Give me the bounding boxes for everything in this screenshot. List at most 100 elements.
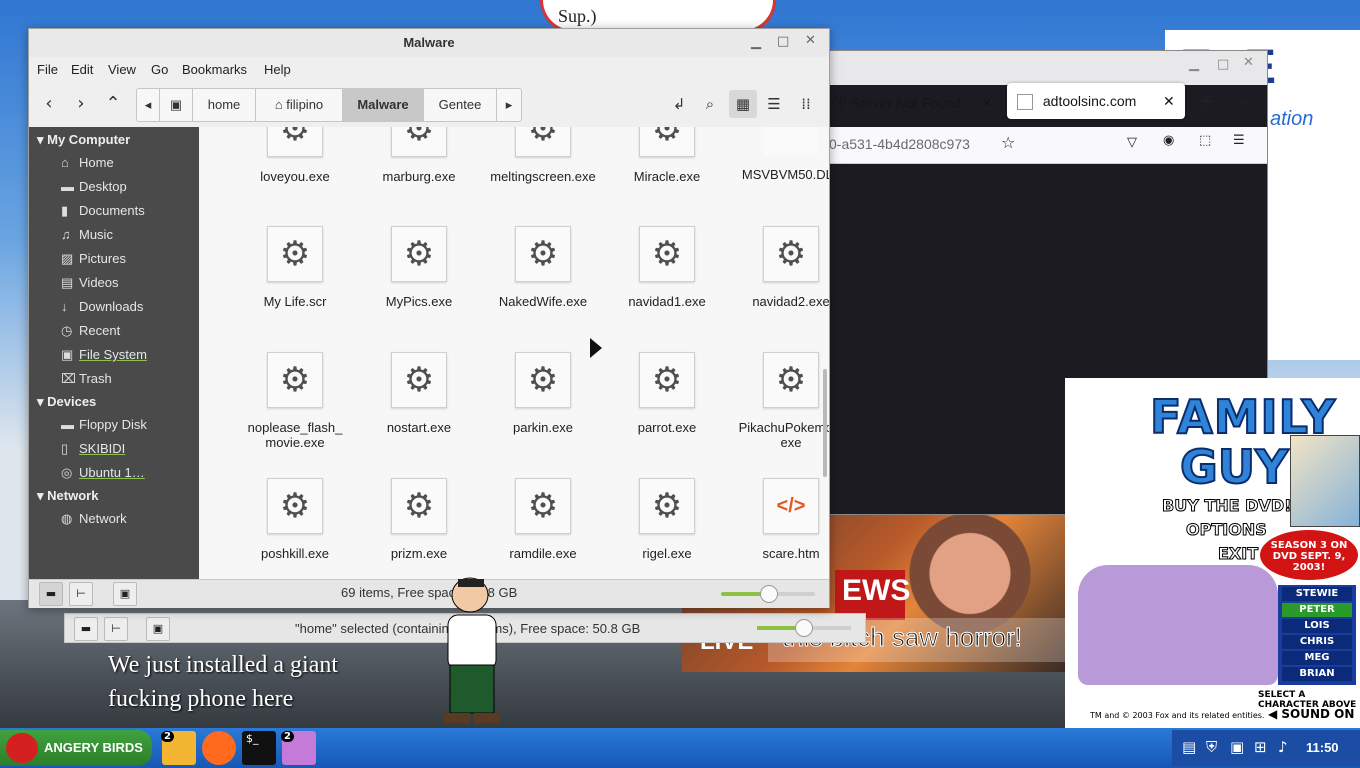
sidebar-item-recent[interactable]: ◷ Recent bbox=[61, 323, 191, 339]
close-icon[interactable]: ✕ bbox=[1243, 55, 1254, 70]
sidebar-section-network[interactable]: ▾ Network bbox=[37, 488, 98, 504]
minimize-icon[interactable]: ▁ bbox=[1189, 57, 1199, 72]
compact-view-icon[interactable]: ⁞⁞ bbox=[792, 90, 820, 118]
url-bar-text[interactable]: 0-a531-4b4d2808c973 bbox=[829, 136, 970, 152]
back-toggle-sidebar-button[interactable]: ▣ bbox=[146, 617, 170, 641]
file-item[interactable]: ⚙ My Life.scr bbox=[233, 226, 357, 309]
file-item[interactable]: ⚙ Miracle.exe bbox=[605, 127, 729, 184]
tab-close-icon[interactable]: ✕ bbox=[981, 85, 993, 121]
menu-go[interactable]: Go bbox=[151, 62, 168, 77]
toggle-sidebar-button[interactable]: ▣ bbox=[113, 582, 137, 606]
toggle-location-icon[interactable]: ↲ bbox=[665, 90, 693, 118]
sidebar-item-skibidi[interactable]: ▯SKIBIDI⏏ bbox=[61, 441, 212, 457]
file-item[interactable]: ⚙ ramdile.exe bbox=[481, 478, 605, 561]
file-grid[interactable]: ⚙ loveyou.exe ⚙ marburg.exe ⚙ meltingscreen… bbox=[199, 127, 829, 579]
character-brian[interactable]: BRIAN bbox=[1282, 667, 1352, 681]
file-item[interactable]: ⚙ noplease_flash_ movie.exe bbox=[233, 352, 357, 450]
file-item[interactable]: ⚙ navidad2.exe bbox=[729, 226, 829, 309]
menu-buy-dvd[interactable]: BUY THE DVD! bbox=[1161, 496, 1291, 516]
tab-close-icon[interactable]: ✕ bbox=[1163, 83, 1175, 119]
character-chris[interactable]: CHRIS bbox=[1282, 635, 1352, 649]
sidebar-item-network[interactable]: ◍ Network bbox=[61, 511, 191, 527]
sidebar-item-downloads[interactable]: ↓ Downloads bbox=[61, 299, 191, 314]
maximize-icon[interactable]: □ bbox=[1217, 57, 1229, 72]
file-item[interactable]: ⚙ parrot.exe bbox=[605, 352, 729, 435]
forward-arrow-icon[interactable]: › bbox=[67, 90, 95, 118]
breadcrumb-right-chevron-icon[interactable]: ▸ bbox=[497, 89, 521, 121]
sidebar-item-trash[interactable]: ⌧ Trash bbox=[61, 371, 191, 387]
peter-griffin-sprite[interactable] bbox=[430, 575, 515, 725]
file-item[interactable]: ⚙ MyPics.exe bbox=[357, 226, 481, 309]
file-item[interactable]: ⚙ poshkill.exe bbox=[233, 478, 357, 561]
file-item[interactable]: ⚙ prizm.exe bbox=[357, 478, 481, 561]
back-arrow-icon[interactable]: ‹ bbox=[35, 90, 63, 118]
sidebar-item-music[interactable]: ♫ Music bbox=[61, 227, 191, 242]
sidebar-item-file-system[interactable]: ▣ File System bbox=[61, 347, 191, 363]
breadcrumb-filipino[interactable]: ⌂ filipino bbox=[256, 89, 343, 121]
maximize-icon[interactable]: □ bbox=[777, 34, 789, 49]
new-tab-icon[interactable]: + bbox=[1199, 91, 1214, 112]
account-icon[interactable]: ◉ bbox=[1163, 133, 1174, 148]
sidebar-section-my-computer[interactable]: ▾ My Computer bbox=[37, 132, 130, 148]
sound-toggle[interactable]: ◀ SOUND ON bbox=[1268, 707, 1354, 721]
breadcrumb-gentee[interactable]: Gentee bbox=[424, 89, 497, 121]
file-item[interactable]: ⚙ navidad1.exe bbox=[605, 226, 729, 309]
menu-exit[interactable]: EXIT bbox=[1217, 544, 1258, 564]
tree-button[interactable]: ⊢ bbox=[69, 582, 93, 606]
places-button[interactable]: ▬ bbox=[39, 582, 63, 606]
character-stewie[interactable]: STEWIE bbox=[1282, 587, 1352, 601]
shield-icon[interactable]: ⛨ bbox=[1206, 738, 1217, 756]
file-item[interactable]: </> scare.htm bbox=[729, 478, 829, 561]
notes-icon[interactable]: ▣ bbox=[1230, 738, 1244, 756]
file-manager-window[interactable]: Malware ▁ □ ✕ File Edit View Go Bookmark… bbox=[28, 28, 830, 608]
file-item[interactable]: ⚙ nostart.exe bbox=[357, 352, 481, 435]
sidebar-item-pictures[interactable]: ▨ Pictures bbox=[61, 251, 191, 267]
extensions-icon[interactable]: ⬚ bbox=[1199, 133, 1211, 148]
character-peter[interactable]: PETER bbox=[1282, 603, 1352, 617]
file-item[interactable]: ⚙ parkin.exe bbox=[481, 352, 605, 435]
breadcrumb-malware[interactable]: Malware bbox=[343, 89, 424, 121]
browser-titlebar[interactable]: ▁ □ ✕ bbox=[829, 51, 1267, 85]
drive-icon[interactable]: ▣ bbox=[160, 89, 193, 121]
menu-options[interactable]: OPTIONS bbox=[1186, 520, 1268, 540]
minimize-icon[interactable]: ▁ bbox=[751, 35, 761, 50]
icon-view-icon[interactable]: ▦ bbox=[729, 90, 757, 118]
breadcrumb-home[interactable]: home bbox=[193, 89, 256, 121]
menu-file[interactable]: File bbox=[37, 62, 58, 77]
menu-edit[interactable]: Edit bbox=[71, 62, 93, 77]
breadcrumb-left-chevron-icon[interactable]: ◂ bbox=[137, 89, 160, 121]
sidebar-item-videos[interactable]: ▤ Videos bbox=[61, 275, 191, 291]
menu-icon[interactable]: ☰ bbox=[1233, 133, 1245, 148]
file-item[interactable]: ⚙ rigel.exe bbox=[605, 478, 729, 561]
file-item[interactable]: ⚙ meltingscreen.exe bbox=[481, 127, 605, 184]
character-lois[interactable]: LOIS bbox=[1282, 619, 1352, 633]
back-places-button[interactable]: ▬ bbox=[74, 617, 98, 641]
taskbar-terminal-app[interactable]: $_ bbox=[242, 731, 276, 765]
network-icon[interactable]: ⊞ bbox=[1254, 738, 1267, 756]
clipboard-icon[interactable]: ▤ bbox=[1182, 738, 1196, 756]
pocket-icon[interactable]: ▽ bbox=[1127, 135, 1137, 150]
clock[interactable]: 11:50 bbox=[1306, 740, 1339, 755]
menu-help[interactable]: Help bbox=[264, 62, 291, 77]
file-item[interactable]: ⚙ loveyou.exe bbox=[233, 127, 357, 184]
file-item[interactable]: ⚙ marburg.exe bbox=[357, 127, 481, 184]
sidebar-item-desktop[interactable]: ▬ Desktop bbox=[61, 179, 191, 194]
sidebar-item-home[interactable]: ⌂ Home bbox=[61, 155, 191, 170]
sidebar-item-floppy[interactable]: ▬ Floppy Disk bbox=[61, 417, 191, 432]
tab-list-chevron-icon[interactable]: ⌄ bbox=[1239, 93, 1250, 108]
back-zoom-knob[interactable] bbox=[795, 619, 813, 637]
sidebar-item-ubuntu[interactable]: ◎Ubuntu 1…⏏ bbox=[61, 465, 212, 481]
bookmark-star-icon[interactable]: ☆ bbox=[1001, 133, 1015, 152]
menu-view[interactable]: View bbox=[108, 62, 136, 77]
search-icon[interactable]: ⌕ bbox=[696, 90, 724, 118]
sidebar-section-devices[interactable]: ▾ Devices bbox=[37, 394, 96, 410]
up-arrow-icon[interactable]: ⌃ bbox=[99, 90, 127, 118]
taskbar-firefox-app[interactable] bbox=[202, 731, 236, 765]
sidebar-item-documents[interactable]: ▮ Documents bbox=[61, 203, 191, 219]
menu-bookmarks[interactable]: Bookmarks bbox=[182, 62, 247, 77]
scrollbar[interactable] bbox=[823, 369, 827, 477]
character-meg[interactable]: MEG bbox=[1282, 651, 1352, 665]
file-item[interactable]: ⚙ NakedWife.exe bbox=[481, 226, 605, 309]
zoom-slider-knob[interactable] bbox=[760, 585, 778, 603]
list-view-icon[interactable]: ☰ bbox=[760, 90, 788, 118]
